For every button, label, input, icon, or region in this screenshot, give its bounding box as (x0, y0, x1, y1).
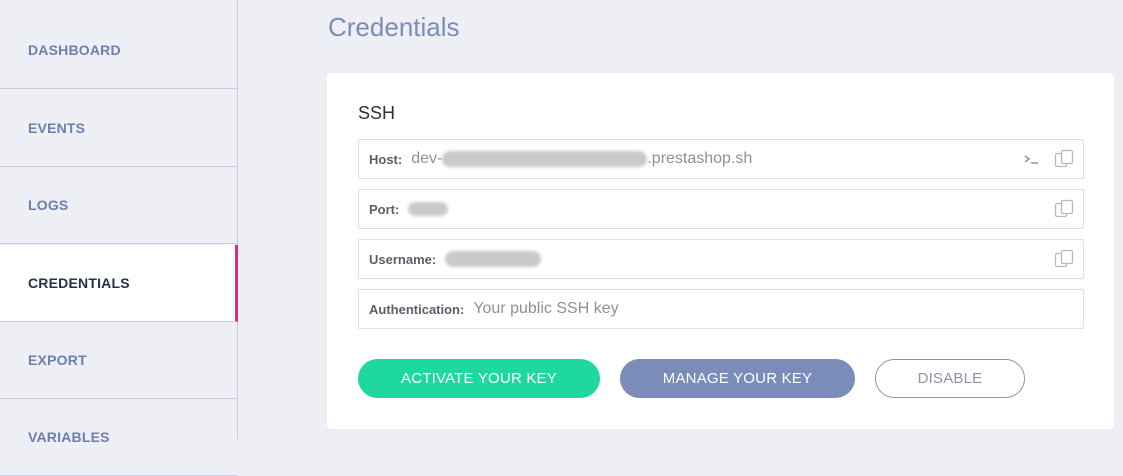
username-field[interactable]: Username: (358, 239, 1084, 279)
terminal-icon[interactable] (1021, 148, 1043, 170)
port-actions (1053, 198, 1075, 220)
ssh-title: SSH (358, 103, 396, 123)
username-actions (1053, 248, 1075, 270)
host-value-suffix: .prestashop.sh (647, 150, 753, 167)
sidebar-item-label: LOGS (28, 197, 69, 213)
sidebar: DASHBOARD EVENTS LOGS CREDENTIALS EXPORT… (0, 0, 238, 476)
host-value: dev- .prestashop.sh (411, 150, 752, 168)
copy-icon[interactable] (1053, 248, 1075, 270)
sidebar-item-label: VARIABLES (28, 429, 110, 445)
host-actions (1021, 148, 1075, 170)
redacted-blur (408, 202, 449, 216)
authentication-label: Authentication: (369, 301, 465, 317)
sidebar-item-label: DASHBOARD (28, 42, 121, 58)
activate-key-button[interactable]: ACTIVATE YOUR KEY (358, 359, 600, 398)
copy-icon[interactable] (1053, 198, 1075, 220)
sidebar-item-export[interactable]: EXPORT (0, 322, 237, 399)
host-label: Host: (369, 151, 403, 167)
copy-icon[interactable] (1053, 148, 1075, 170)
host-field[interactable]: Host: dev- .prestashop.sh (358, 139, 1084, 179)
sidebar-item-logs[interactable]: LOGS (0, 167, 237, 244)
manage-key-button[interactable]: MANAGE YOUR KEY (620, 359, 855, 398)
sidebar-item-dashboard[interactable]: DASHBOARD (0, 12, 237, 89)
port-label: Port: (369, 201, 400, 217)
username-label: Username: (369, 251, 437, 267)
sidebar-item-label: EXPORT (28, 352, 87, 368)
disable-button[interactable]: DISABLE (875, 359, 1025, 398)
sidebar-item-variables[interactable]: VARIABLES (0, 399, 237, 476)
sidebar-item-label: EVENTS (28, 120, 86, 136)
redacted-blur (445, 251, 542, 267)
sidebar-item-label: CREDENTIALS (28, 275, 130, 291)
authentication-value: Your public SSH key (473, 300, 619, 317)
host-value-prefix: dev- (411, 150, 443, 167)
authentication-field[interactable]: Authentication: Your public SSH key (358, 289, 1084, 329)
redacted-blur (442, 150, 648, 167)
ssh-card: SSH Host: dev- .prestashop.sh Port: User… (327, 73, 1114, 429)
page-title: Credentials (328, 12, 460, 42)
port-field[interactable]: Port: (358, 189, 1084, 229)
sidebar-item-credentials[interactable]: CREDENTIALS (0, 245, 238, 322)
sidebar-item-events[interactable]: EVENTS (0, 90, 237, 167)
